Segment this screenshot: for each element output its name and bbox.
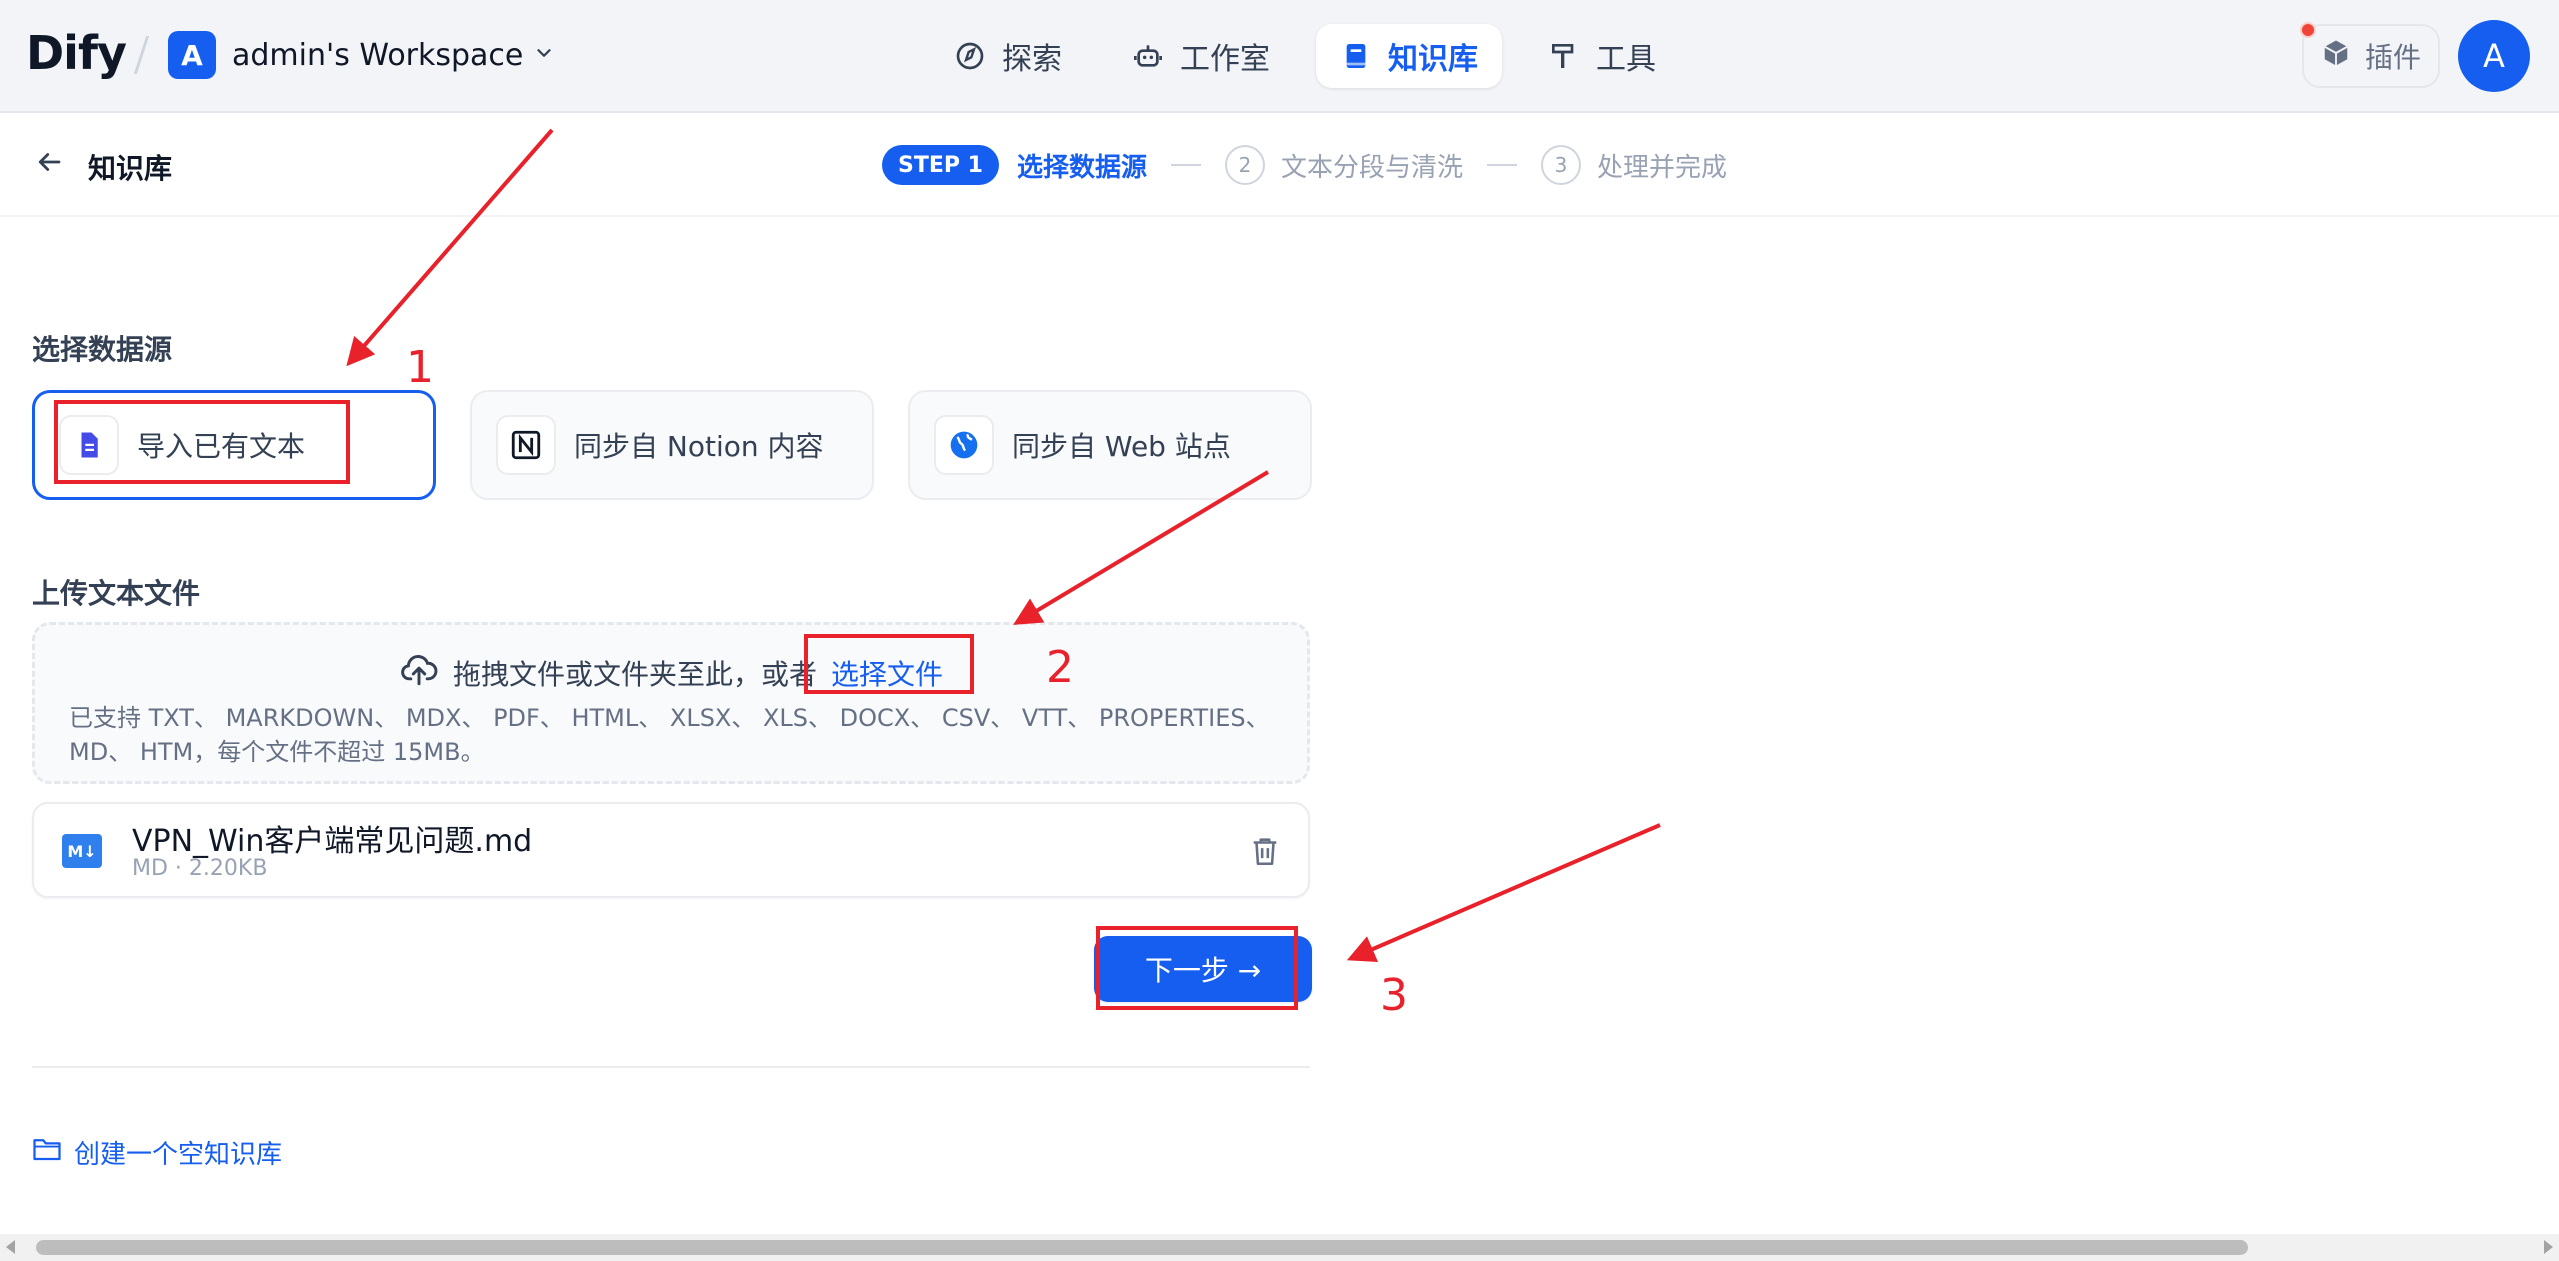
annotation-box-3 <box>1096 926 1298 1010</box>
annotation-number-2: 2 <box>1046 642 1074 693</box>
annotation-arrows <box>346 128 1661 962</box>
annotation-box-1 <box>54 400 350 484</box>
annotation-number-3: 3 <box>1380 970 1408 1021</box>
annotation-number-1: 1 <box>406 342 434 393</box>
annotation-box-2 <box>804 634 974 694</box>
